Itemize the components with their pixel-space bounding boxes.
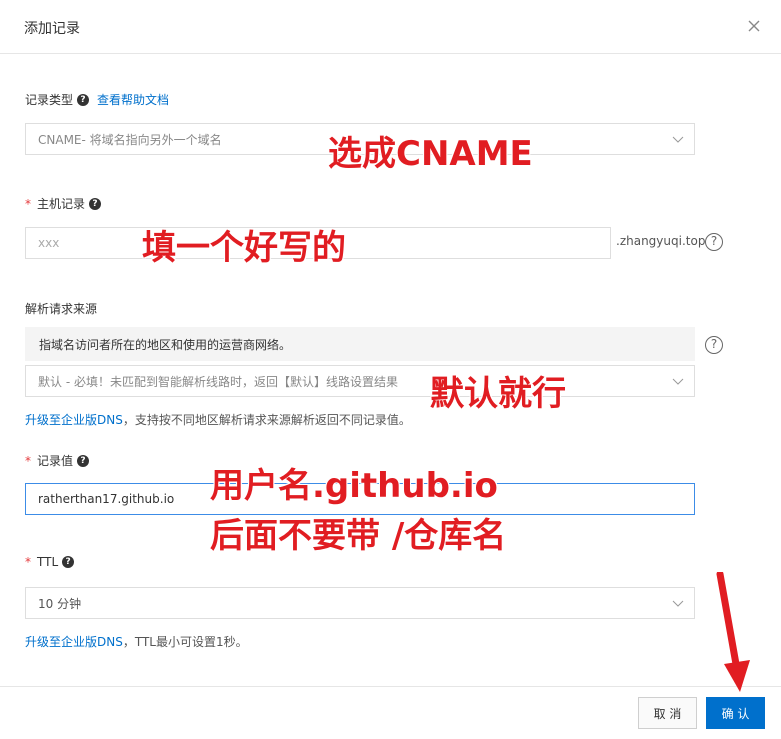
required-mark: * bbox=[25, 196, 31, 211]
ttl-label-row: * TTL ? bbox=[25, 555, 75, 569]
annotation-cname: 选成CNAME bbox=[328, 134, 533, 174]
annotation-value-line2: 后面不要带 /仓库名 bbox=[210, 516, 507, 556]
question-icon[interactable]: ? bbox=[89, 197, 102, 210]
host-record-placeholder: xxx bbox=[38, 236, 60, 250]
domain-suffix: .zhangyuqi.top bbox=[616, 234, 706, 248]
resolve-source-info: 指域名访问者所在的地区和使用的运营商网络。 bbox=[25, 327, 695, 361]
question-icon[interactable]: ? bbox=[77, 93, 90, 106]
chevron-down-icon bbox=[672, 378, 684, 385]
close-icon[interactable] bbox=[744, 16, 764, 36]
resolve-source-value: 默认 - 必填！未匹配到智能解析线路时，返回【默认】线路设置结果 bbox=[38, 374, 398, 389]
help-doc-link[interactable]: 查看帮助文档 bbox=[97, 91, 169, 108]
resolve-source-info-text: 指域名访问者所在的地区和使用的运营商网络。 bbox=[39, 337, 292, 352]
chevron-down-icon bbox=[672, 136, 684, 143]
record-value-text: ratherthan17.github.io bbox=[38, 492, 175, 506]
dialog-header: 添加记录 bbox=[0, 0, 781, 54]
ttl-select[interactable]: 10 分钟 bbox=[25, 587, 695, 619]
record-value-label-row: * 记录值 ? bbox=[25, 452, 90, 469]
upgrade-hint-1: 升级至企业版DNS，支持按不同地区解析请求来源解析返回不同记录值。 bbox=[25, 411, 411, 428]
dialog-title: 添加记录 bbox=[24, 21, 80, 37]
help-circle-icon[interactable]: ? bbox=[705, 336, 723, 354]
annotation-host: 填一个好写的 bbox=[142, 228, 346, 268]
record-type-label-row: 记录类型 ? 查看帮助文档 bbox=[25, 91, 169, 108]
upgrade-hint-2: 升级至企业版DNS，TTL最小可设置1秒。 bbox=[25, 633, 248, 650]
required-mark: * bbox=[25, 453, 31, 468]
record-type-value: CNAME- 将域名指向另外一个域名 bbox=[38, 132, 222, 147]
required-mark: * bbox=[25, 555, 31, 569]
resolve-source-label: 解析请求来源 bbox=[25, 302, 98, 316]
help-circle-icon[interactable]: ? bbox=[705, 233, 723, 251]
upgrade-link[interactable]: 升级至企业版DNS bbox=[25, 413, 123, 427]
annotation-value-line1: 用户名.github.io bbox=[210, 466, 498, 506]
resolve-source-select[interactable]: 默认 - 必填！未匹配到智能解析线路时，返回【默认】线路设置结果 bbox=[25, 365, 695, 397]
record-type-label: 记录类型 bbox=[25, 93, 74, 107]
ttl-value: 10 分钟 bbox=[38, 596, 82, 611]
ttl-label: TTL bbox=[37, 555, 59, 569]
cancel-button[interactable]: 取 消 bbox=[638, 697, 697, 729]
confirm-button[interactable]: 确 认 bbox=[706, 697, 765, 729]
record-value-label: 记录值 bbox=[37, 454, 74, 468]
question-icon[interactable]: ? bbox=[77, 454, 90, 467]
upgrade-hint-text: ，支持按不同地区解析请求来源解析返回不同记录值。 bbox=[122, 413, 411, 427]
upgrade-link[interactable]: 升级至企业版DNS bbox=[25, 635, 123, 649]
question-icon[interactable]: ? bbox=[62, 556, 75, 568]
annotation-default: 默认就行 bbox=[430, 374, 566, 414]
chevron-down-icon bbox=[672, 600, 684, 607]
upgrade-hint-text: ，TTL最小可设置1秒。 bbox=[122, 635, 248, 649]
red-arrow bbox=[716, 572, 750, 692]
host-record-label: 主机记录 bbox=[37, 197, 86, 211]
host-record-label-row: * 主机记录 ? bbox=[25, 195, 102, 212]
